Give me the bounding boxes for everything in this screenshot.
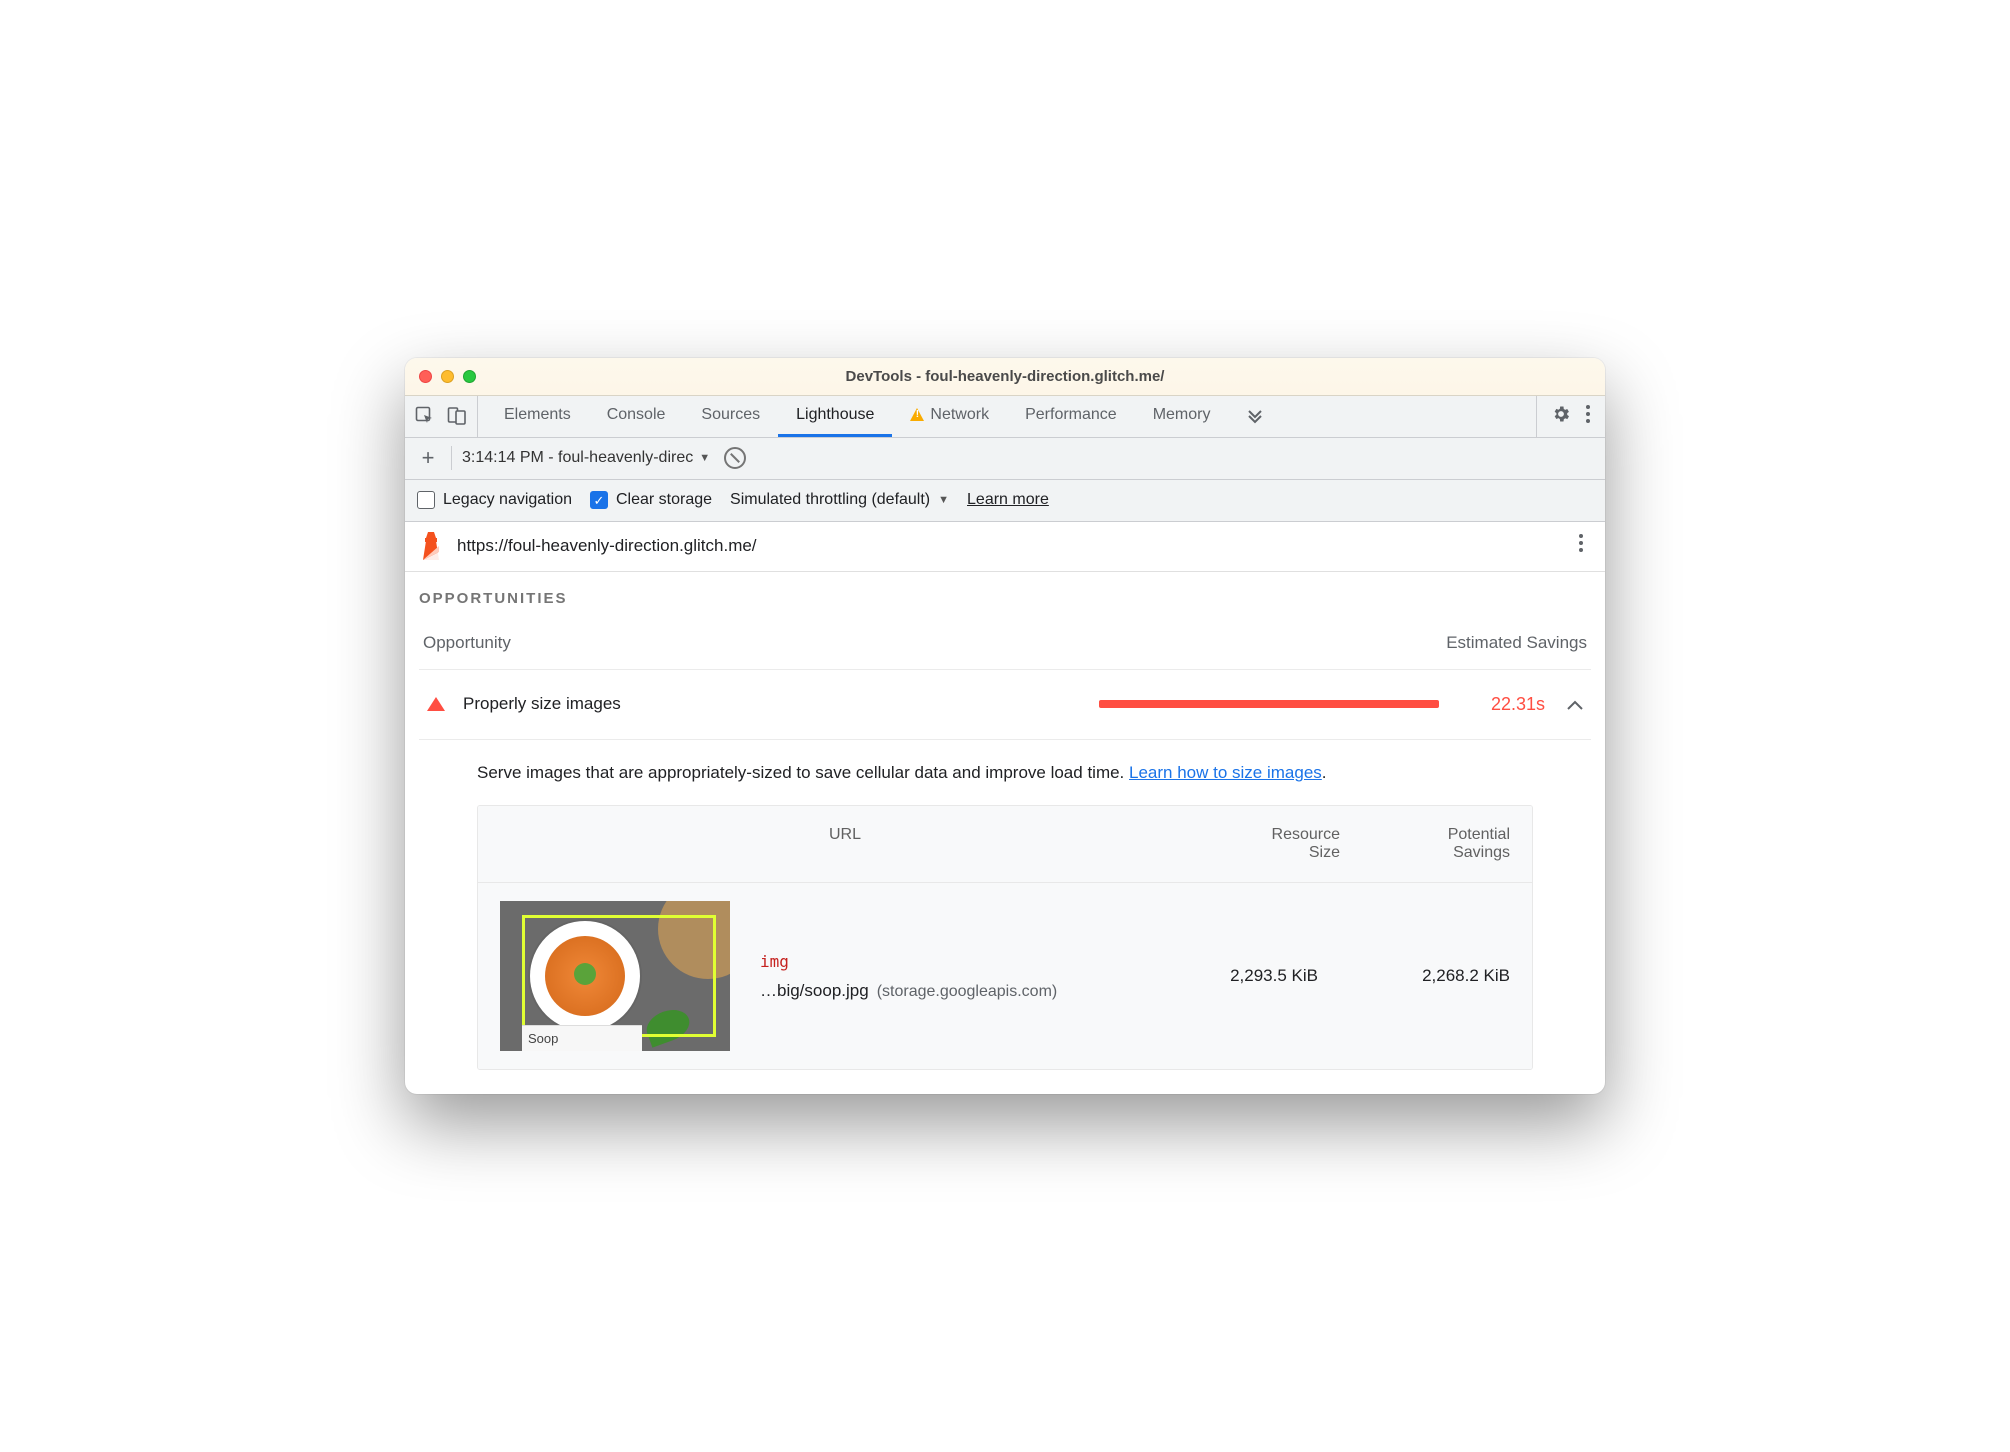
- throttling-dropdown[interactable]: Simulated throttling (default) ▼: [730, 491, 949, 509]
- highlight-box: [522, 915, 716, 1037]
- tab-memory[interactable]: Memory: [1135, 396, 1229, 437]
- close-window-button[interactable]: [419, 370, 432, 383]
- minimize-window-button[interactable]: [441, 370, 454, 383]
- legacy-navigation-label: Legacy navigation: [443, 491, 572, 509]
- lighthouse-icon: [419, 532, 443, 560]
- checkbox-unchecked[interactable]: [417, 491, 435, 509]
- window-title: DevTools - foul-heavenly-direction.glitc…: [405, 368, 1605, 385]
- path-text: …big/soop.jpg: [760, 981, 869, 1001]
- resource-path[interactable]: …big/soop.jpg (storage.googleapis.com): [760, 981, 1146, 1001]
- clear-icon[interactable]: [724, 447, 746, 469]
- clear-storage-option[interactable]: ✓ Clear storage: [590, 491, 712, 509]
- table-header: URL Resource Size Potential Savings: [478, 806, 1532, 883]
- legacy-navigation-option[interactable]: Legacy navigation: [417, 491, 572, 509]
- learn-more-link[interactable]: Learn more: [967, 491, 1049, 509]
- panel-tabbar: Elements Console Sources Lighthouse Netw…: [405, 396, 1605, 438]
- th-size: Resource Size: [1190, 826, 1340, 862]
- traffic-lights: [419, 370, 476, 383]
- th-url: URL: [500, 826, 1190, 862]
- throttling-label: Simulated throttling (default): [730, 491, 930, 509]
- path-host: (storage.googleapis.com): [877, 983, 1058, 1001]
- new-report-button[interactable]: +: [415, 445, 441, 471]
- resource-thumbnail[interactable]: Soop: [500, 901, 730, 1051]
- settings-gear-icon[interactable]: [1551, 404, 1571, 429]
- lighthouse-toolbar: + 3:14:14 PM - foul-heavenly-direc ▼: [405, 438, 1605, 480]
- desc-learn-link[interactable]: Learn how to size images: [1129, 763, 1322, 782]
- tab-console[interactable]: Console: [589, 396, 684, 437]
- more-tabs-button[interactable]: [1228, 396, 1282, 437]
- lighthouse-settings-bar: Legacy navigation ✓ Clear storage Simula…: [405, 480, 1605, 522]
- savings-bar: [1099, 700, 1439, 708]
- tab-sources[interactable]: Sources: [683, 396, 778, 437]
- inspect-toolbar: [405, 396, 478, 437]
- element-tag: img: [760, 952, 1146, 971]
- panel-tabs: Elements Console Sources Lighthouse Netw…: [478, 396, 1536, 437]
- report-menu-icon[interactable]: [1571, 533, 1591, 559]
- report-dropdown-label: 3:14:14 PM - foul-heavenly-direc: [462, 449, 693, 467]
- inspect-element-icon[interactable]: [415, 406, 435, 426]
- tab-label: Elements: [504, 406, 571, 424]
- chevron-up-icon[interactable]: [1563, 694, 1587, 715]
- opportunity-row[interactable]: Properly size images 22.31s: [419, 669, 1591, 740]
- col-savings: Estimated Savings: [1446, 633, 1587, 653]
- tabbar-right: [1536, 396, 1605, 437]
- divider: [451, 446, 452, 470]
- checkbox-checked[interactable]: ✓: [590, 491, 608, 509]
- tab-label: Sources: [701, 406, 760, 424]
- fail-triangle-icon: [427, 697, 445, 711]
- zoom-window-button[interactable]: [463, 370, 476, 383]
- opportunity-title: Properly size images: [463, 694, 621, 714]
- tab-label: Performance: [1025, 406, 1117, 424]
- report-content: OPPORTUNITIES Opportunity Estimated Savi…: [405, 572, 1605, 1095]
- caret-down-icon: ▼: [699, 452, 710, 464]
- potential-savings: 2,268.2 KiB: [1340, 966, 1510, 986]
- report-dropdown[interactable]: 3:14:14 PM - foul-heavenly-direc ▼: [462, 449, 710, 467]
- table-row: Soop img …big/soop.jpg (storage.googleap…: [478, 883, 1532, 1069]
- devtools-window: DevTools - foul-heavenly-direction.glitc…: [405, 358, 1605, 1095]
- tab-label: Lighthouse: [796, 406, 874, 424]
- resources-table: URL Resource Size Potential Savings: [477, 805, 1533, 1070]
- thumb-card-label: Soop: [522, 1025, 642, 1051]
- titlebar: DevTools - foul-heavenly-direction.glitc…: [405, 358, 1605, 396]
- tab-lighthouse[interactable]: Lighthouse: [778, 396, 892, 437]
- column-headers: Opportunity Estimated Savings: [419, 633, 1591, 653]
- tab-performance[interactable]: Performance: [1007, 396, 1135, 437]
- resource-url-cell: img …big/soop.jpg (storage.googleapis.co…: [752, 952, 1146, 1001]
- tab-label: Console: [607, 406, 666, 424]
- tab-elements[interactable]: Elements: [486, 396, 589, 437]
- device-toggle-icon[interactable]: [447, 406, 467, 426]
- clear-storage-label: Clear storage: [616, 491, 712, 509]
- resource-size: 2,293.5 KiB: [1168, 966, 1318, 986]
- desc-text-post: .: [1322, 763, 1327, 782]
- report-url: https://foul-heavenly-direction.glitch.m…: [457, 536, 1557, 556]
- section-heading: OPPORTUNITIES: [419, 590, 1591, 607]
- tab-label: Memory: [1153, 406, 1211, 424]
- savings-value: 22.31s: [1469, 694, 1545, 715]
- desc-text: Serve images that are appropriately-size…: [477, 763, 1129, 782]
- caret-down-icon: ▼: [938, 494, 949, 506]
- col-opportunity: Opportunity: [423, 633, 511, 653]
- opportunity-description: Serve images that are appropriately-size…: [419, 740, 1591, 806]
- tab-label: Network: [930, 406, 989, 424]
- tab-network[interactable]: Network: [892, 396, 1007, 437]
- kebab-menu-icon[interactable]: [1585, 404, 1591, 429]
- warning-icon: [910, 408, 924, 422]
- th-potential: Potential Savings: [1340, 826, 1510, 862]
- report-url-bar: https://foul-heavenly-direction.glitch.m…: [405, 522, 1605, 572]
